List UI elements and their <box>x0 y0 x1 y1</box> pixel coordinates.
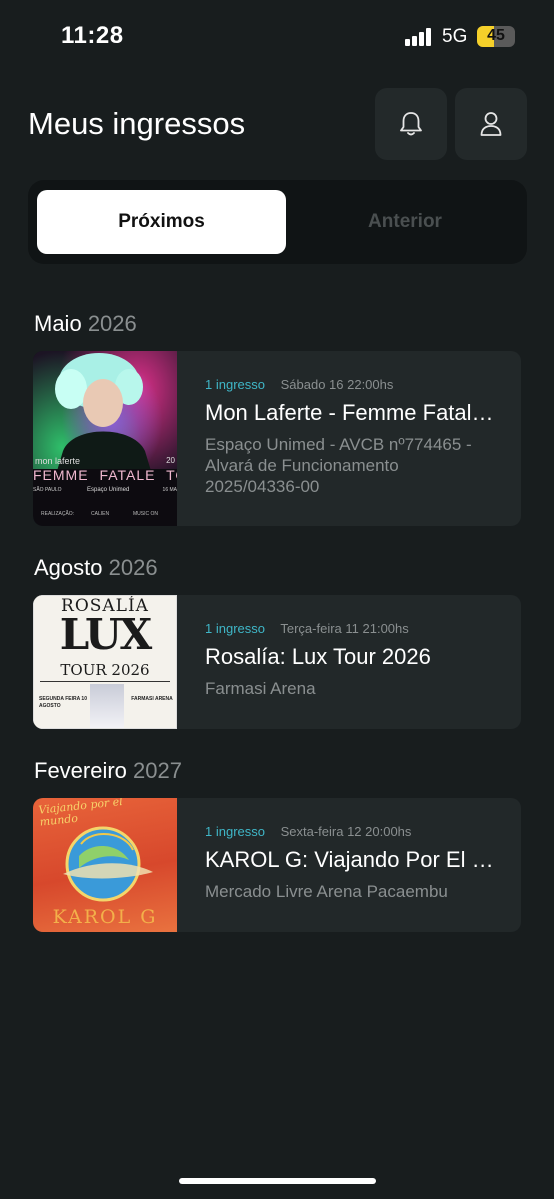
ticket-meta: 1 ingresso Terça-feira 11 21:00hs <box>205 621 497 636</box>
home-indicator[interactable] <box>179 1178 376 1184</box>
event-poster: ROSALÍA LUX TOUR 2026 SEGUNDA FEIRA 10 A… <box>33 595 177 729</box>
poster-venue: Espaço Unimed <box>87 487 130 493</box>
poster-city: SÃO PAULO <box>33 487 62 493</box>
status-time: 11:28 <box>61 22 124 49</box>
poster-sponsor: MUSIC ON <box>133 511 158 517</box>
poster-title: FEMME FATALE TOUR <box>33 467 177 483</box>
poster-footer: REALIZAÇÃO: <box>41 511 75 517</box>
event-venue: Mercado Livre Arena Pacaembu <box>205 882 448 901</box>
section-year: 2027 <box>133 758 182 783</box>
ticket-card[interactable]: mon laferte 20 FEMME FATALE TOUR SÃO PAU… <box>33 351 521 526</box>
tab-past[interactable]: Anterior <box>290 190 520 254</box>
ticket-info: 1 ingresso Terça-feira 11 21:00hs Rosalí… <box>205 621 497 699</box>
event-poster: Viajando por el mundo KAROL G <box>33 798 177 932</box>
poster-date: 16 MA <box>162 487 177 493</box>
poster-title: LUX <box>59 610 152 659</box>
section-title: Fevereiro 2027 <box>34 758 182 784</box>
tab-upcoming[interactable]: Próximos <box>37 190 286 254</box>
poster-artist: KAROL G <box>52 906 158 928</box>
section-month: Fevereiro <box>34 758 127 783</box>
tab-bar: Próximos Anterior <box>28 180 527 264</box>
battery-level: 45 <box>487 27 505 44</box>
poster-artist-label: mon laferte <box>35 456 81 466</box>
ticket-count: 1 ingresso <box>205 377 265 392</box>
notifications-button[interactable] <box>375 88 447 160</box>
ticket-meta: 1 ingresso Sexta-feira 12 20:00hs <box>205 824 497 839</box>
event-title: KAROL G: Viajando Por El Mundo <box>205 847 497 872</box>
event-date: Terça-feira 11 21:00hs <box>280 621 409 636</box>
battery-icon: 45 <box>477 26 515 47</box>
section-title: Agosto 2026 <box>34 555 158 581</box>
poster-tour: TOUR 2026 <box>60 661 150 679</box>
section-title: Maio 2026 <box>34 311 137 337</box>
page-title: Meus ingressos <box>28 106 246 141</box>
event-venue: Espaço Unimed - AVCB nº774465 - Alvará d… <box>205 435 472 496</box>
ticket-card[interactable]: Viajando por el mundo KAROL G 1 ingresso… <box>33 798 521 932</box>
section-year: 2026 <box>87 311 137 336</box>
event-poster: mon laferte 20 FEMME FATALE TOUR SÃO PAU… <box>33 351 177 526</box>
event-title: Rosalía: Lux Tour 2026 <box>205 644 431 669</box>
bell-icon <box>400 112 422 136</box>
user-icon <box>480 112 502 136</box>
event-title: Mon Laferte - Femme Fatale Tour <box>205 400 497 425</box>
section-month: Maio <box>34 311 82 336</box>
poster-sponsor: CALIEN <box>91 511 110 517</box>
poster-venue: FARMASI ARENA <box>131 696 173 702</box>
ticket-count: 1 ingresso <box>205 621 265 636</box>
event-venue: Farmasi Arena <box>205 679 316 698</box>
network-label: 5G <box>442 26 468 47</box>
section-year: 2026 <box>108 555 158 580</box>
ticket-info: 1 ingresso Sábado 16 22:00hs Mon Laferte… <box>205 377 497 497</box>
poster-divider <box>40 681 170 682</box>
poster-photo <box>90 684 124 728</box>
profile-button[interactable] <box>455 88 527 160</box>
event-date: Sábado 16 22:00hs <box>280 377 394 392</box>
signal-icon <box>405 28 433 46</box>
poster-year-label: 20 <box>166 456 175 465</box>
ticket-info: 1 ingresso Sexta-feira 12 20:00hs KAROL … <box>205 824 497 902</box>
ticket-card[interactable]: ROSALÍA LUX TOUR 2026 SEGUNDA FEIRA 10 A… <box>33 595 521 729</box>
ticket-count: 1 ingresso <box>205 824 265 839</box>
event-date: Sexta-feira 12 20:00hs <box>280 824 412 839</box>
status-bar: 11:28 5G 45 <box>0 0 554 72</box>
ticket-meta: 1 ingresso Sábado 16 22:00hs <box>205 377 497 392</box>
section-month: Agosto <box>34 555 103 580</box>
poster-date: SEGUNDA FEIRA 10 AGOSTO <box>39 696 87 709</box>
